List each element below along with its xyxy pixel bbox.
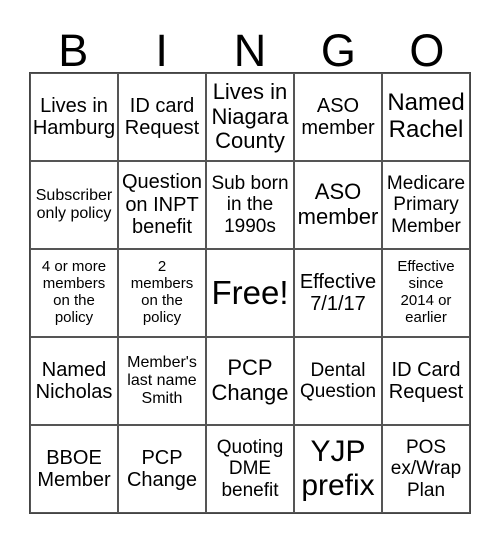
bingo-cell[interactable]: 2 members on the policy <box>118 249 206 337</box>
cell-label: ASO member <box>297 179 379 229</box>
header-letter-g: G <box>320 25 356 76</box>
bingo-cell[interactable]: ASO member <box>294 73 382 161</box>
bingo-cell[interactable]: PCP Change <box>118 425 206 513</box>
bingo-cell[interactable]: 4 or more members on the policy <box>30 249 118 337</box>
bingo-cell[interactable]: Effective since 2014 or earlier <box>382 249 470 337</box>
cell-label: BBOE Member <box>37 446 111 491</box>
bingo-cell[interactable]: ID Card Request <box>382 337 470 425</box>
cell-label: Member's last name Smith <box>127 354 197 407</box>
cell-label: Effective 7/1/17 <box>299 270 377 315</box>
bingo-cell[interactable]: Named Nicholas <box>30 337 118 425</box>
cell-label: Named Nicholas <box>35 358 113 403</box>
cell-label: 4 or more members on the policy <box>41 258 107 326</box>
bingo-cell[interactable]: YJP prefix <box>294 425 382 513</box>
cell-label: Quoting DME benefit <box>216 437 284 501</box>
bingo-cell[interactable]: Medicare Primary Member <box>382 161 470 249</box>
header-letter-o: O <box>409 25 445 76</box>
bingo-cell[interactable]: Sub born in the 1990s <box>206 161 294 249</box>
cell-label: Effective since 2014 or earlier <box>397 258 455 326</box>
bingo-cell[interactable]: Lives in Hamburg <box>30 73 118 161</box>
cell-label: Dental Question <box>299 359 377 402</box>
cell-label: Medicare Primary Member <box>386 173 466 237</box>
header-letter-b: B <box>58 25 89 76</box>
cell-label: Free! <box>211 273 289 311</box>
header-letter-i: I <box>155 25 168 76</box>
cell-label: Named Rachel <box>387 89 465 143</box>
bingo-cell[interactable]: Member's last name Smith <box>118 337 206 425</box>
bingo-cell[interactable]: Question on INPT benefit <box>118 161 206 249</box>
bingo-header: B I N G O <box>29 25 471 76</box>
cell-label: YJP prefix <box>301 435 375 502</box>
cell-label: ID Card Request <box>388 358 464 403</box>
bingo-cell[interactable]: ID card Request <box>118 73 206 161</box>
cell-label: Subscriber only policy <box>35 187 113 222</box>
bingo-board: Lives in Hamburg ID card Request Lives i… <box>29 72 471 514</box>
bingo-cell[interactable]: Named Rachel <box>382 73 470 161</box>
cell-label: POS ex/Wrap Plan <box>390 437 462 501</box>
bingo-cell[interactable]: BBOE Member <box>30 425 118 513</box>
cell-label: PCP Change <box>211 355 289 405</box>
bingo-cell[interactable]: POS ex/Wrap Plan <box>382 425 470 513</box>
bingo-cell[interactable]: Lives in Niagara County <box>206 73 294 161</box>
cell-label: Question on INPT benefit <box>121 171 203 239</box>
cell-label: ID card Request <box>124 94 200 139</box>
header-letter-n: N <box>233 25 267 76</box>
cell-label: PCP Change <box>126 446 198 491</box>
free-space[interactable]: Free! <box>206 249 294 337</box>
bingo-cell[interactable]: ASO member <box>294 161 382 249</box>
cell-label: Lives in Niagara County <box>211 79 289 154</box>
cell-label: ASO member <box>301 94 375 139</box>
bingo-cell[interactable]: Effective 7/1/17 <box>294 249 382 337</box>
bingo-cell[interactable]: PCP Change <box>206 337 294 425</box>
bingo-cell[interactable]: Dental Question <box>294 337 382 425</box>
bingo-cell[interactable]: Quoting DME benefit <box>206 425 294 513</box>
cell-label: 2 members on the policy <box>130 258 194 326</box>
cell-label: Sub born in the 1990s <box>211 173 289 237</box>
cell-label: Lives in Hamburg <box>32 94 116 139</box>
bingo-cell[interactable]: Subscriber only policy <box>30 161 118 249</box>
